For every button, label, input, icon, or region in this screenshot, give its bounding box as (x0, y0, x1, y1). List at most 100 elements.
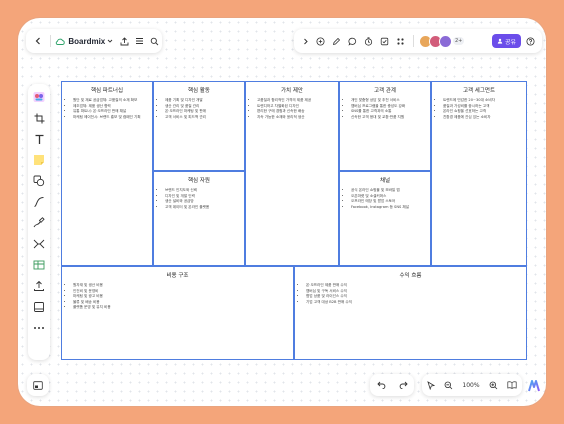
list-item: 신속한 고객 응대 및 교환·반품 지원 (351, 115, 426, 120)
list-item: 고객 데이터 및 온라인 플랫폼 (165, 205, 240, 210)
hamburger-menu-icon[interactable] (133, 37, 147, 45)
list-item: 원단 및 재료 공급업체: 고품질의 소재 확보 (73, 98, 148, 103)
cell-title: 가치 제안 (281, 88, 303, 94)
list-item: 개인 맞춤형 상담 및 추천 서비스 (351, 98, 426, 103)
add-circle-icon[interactable] (312, 37, 328, 46)
avatar[interactable] (439, 34, 452, 48)
book-guide-icon[interactable] (507, 381, 517, 389)
list-item: SNS를 통한 고객과의 소통 (351, 109, 426, 114)
cell-list: 제품 기획 및 디자인 개발 생산 관리 및 품질 관리 온·오프라인 마케팅 … (154, 98, 244, 120)
cell-title: 핵심 자원 (188, 178, 210, 184)
list-item: 협업 상품 및 라이선스 수익 (306, 294, 522, 299)
list-item: 지속 가능한 소재와 윤리적 생산 (257, 115, 334, 120)
frame-crop-icon[interactable] (32, 111, 46, 125)
connector-line-icon[interactable] (32, 195, 46, 209)
cell-customer-segments[interactable]: 고객 세그먼트 트렌드에 민감한 20~30대 소비자 품질과 가성비를 중시하… (431, 81, 527, 266)
vote-icon[interactable] (376, 37, 392, 46)
top-left-toolbar: Boardmix (26, 29, 162, 53)
mindmap-icon[interactable] (32, 237, 46, 251)
list-item: 기업 고객 대상 B2B 판매 수익 (306, 300, 522, 305)
app-frame: Boardmix 2+ 공유 핵심 파트너십 • 원단 및 재료 공급업체: 고… (18, 18, 546, 406)
pen-tool-icon[interactable] (328, 37, 344, 46)
timer-icon[interactable] (360, 36, 376, 46)
cell-value-proposition[interactable]: 가치 제안 고품질과 합리적인 가격의 제품 제공 트렌디하고 차별화된 디자인… (245, 81, 339, 266)
text-tool-icon[interactable] (32, 132, 46, 146)
cell-list: 원단 및 재료 공급업체: 고품질의 소재 확보 제조업체: 제품 생산 협력 … (62, 98, 152, 120)
list-item: 온·오프라인 제품 판매 수익 (306, 283, 522, 288)
zoom-in-icon[interactable] (489, 381, 498, 390)
search-icon[interactable] (146, 37, 162, 46)
list-item: 온라인 쇼핑을 선호하는 고객 (443, 109, 522, 114)
list-item: 고객 서비스 및 피드백 관리 (165, 115, 240, 120)
cell-title: 고객 관계 (374, 88, 396, 94)
top-right-toolbar: 2+ 공유 (294, 29, 542, 53)
cell-title: 수익 흐름 (399, 273, 422, 279)
divider (49, 35, 51, 47)
list-item: 생산 설비와 공급망 (165, 199, 240, 204)
ai-assistant-icon[interactable] (527, 378, 541, 392)
list-item: 제조업체: 제품 생산 협력 (73, 104, 148, 109)
shapes-icon[interactable] (32, 174, 46, 188)
expand-chevron-icon[interactable] (298, 38, 312, 45)
cell-list: 트렌드에 민감한 20~30대 소비자 품질과 가성비를 중시하는 고객 온라인… (432, 98, 526, 120)
list-item: 원자재 및 생산 비용 (73, 283, 289, 288)
list-item: 멤버십 및 구독 서비스 수익 (306, 289, 522, 294)
list-item: 플랫폼 운영 및 유지 비용 (73, 305, 289, 310)
export-icon[interactable] (117, 36, 133, 46)
cursor-select-icon[interactable] (426, 380, 435, 390)
zoom-out-icon[interactable] (444, 381, 453, 390)
list-item: 오픈마켓 및 소셜커머스 (351, 194, 426, 199)
user-add-icon (497, 38, 503, 44)
cell-key-resources[interactable]: 핵심 자원 브랜드 인지도와 신뢰 디자인 및 개발 인력 생산 설비와 공급망… (153, 171, 245, 266)
help-icon[interactable] (521, 37, 539, 46)
cell-key-activities[interactable]: 핵심 활동 제품 기획 및 디자인 개발 생산 관리 및 품질 관리 온·오프라… (153, 81, 245, 171)
templates-icon[interactable] (32, 90, 46, 104)
cell-list: 공식 온라인 쇼핑몰 및 모바일 앱 오픈마켓 및 소셜커머스 오프라인 매장 … (340, 188, 430, 210)
list-item: Facebook, Instagram 등 SNS 채널 (351, 205, 426, 210)
sticky-note-icon[interactable] (32, 153, 46, 167)
back-chevron-icon[interactable] (30, 37, 46, 45)
cell-customer-relationships[interactable]: 고객 관계 개인 맞춤형 상담 및 추천 서비스 멤버십 프로그램을 통한 충성… (339, 81, 431, 171)
list-item: 트렌드에 민감한 20~30대 소비자 (443, 98, 522, 103)
list-item: 물류 및 배송 비용 (73, 300, 289, 305)
cell-list: 원자재 및 생산 비용 인건비 및 운영비 마케팅 및 광고 비용 물류 및 배… (62, 283, 293, 310)
left-toolbar (28, 84, 50, 360)
table-icon[interactable] (32, 258, 46, 272)
cell-channels[interactable]: 채널 공식 온라인 쇼핑몰 및 모바일 앱 오픈마켓 및 소셜커머스 오프라인 … (339, 171, 431, 266)
cell-list: 개인 맞춤형 상담 및 추천 서비스 멤버십 프로그램을 통한 충성도 강화 S… (340, 98, 430, 120)
list-item: 인건비 및 운영비 (73, 289, 289, 294)
minimap-button[interactable] (27, 374, 49, 396)
list-item: 공식 온라인 쇼핑몰 및 모바일 앱 (351, 188, 426, 193)
chevron-down-icon[interactable] (105, 38, 115, 44)
app-name[interactable]: Boardmix (68, 37, 105, 46)
embed-frame-icon[interactable] (32, 300, 46, 314)
cell-key-partners[interactable]: 핵심 파트너십 원단 및 재료 공급업체: 고품질의 소재 확보 제조업체: 제… (61, 81, 153, 266)
redo-icon[interactable] (399, 381, 408, 389)
upload-icon[interactable] (32, 279, 46, 293)
cell-cost-structure[interactable]: 비용 구조 원자재 및 생산 비용 인건비 및 운영비 마케팅 및 광고 비용 … (61, 266, 294, 360)
list-item: 마케팅 에이전시: 브랜드 홍보 및 캠페인 기획 (73, 115, 148, 120)
undo-redo-bar (370, 374, 414, 396)
comment-icon[interactable] (344, 37, 360, 46)
zoom-level[interactable]: 100% (462, 382, 479, 389)
pen-draw-icon[interactable] (32, 216, 46, 230)
share-button[interactable]: 공유 (491, 34, 521, 48)
list-item: 편리한 구매 경험과 신속한 배송 (257, 109, 334, 114)
share-label: 공유 (504, 38, 516, 46)
cell-revenue-streams[interactable]: 수익 흐름 온·오프라인 제품 판매 수익 멤버십 및 구독 서비스 수익 협업… (294, 266, 527, 360)
collaborator-avatars[interactable]: 2+ (419, 34, 465, 48)
cell-list: 온·오프라인 제품 판매 수익 멤버십 및 구독 서비스 수익 협업 상품 및 … (295, 283, 526, 305)
cell-list: 고품질과 합리적인 가격의 제품 제공 트렌디하고 차별화된 디자인 편리한 구… (246, 98, 338, 120)
list-item: 고품질과 합리적인 가격의 제품 제공 (257, 98, 334, 103)
zoom-controls: 100% (422, 374, 522, 396)
list-item: 생산 관리 및 품질 관리 (165, 104, 240, 109)
list-item: 제품 기획 및 디자인 개발 (165, 98, 240, 103)
more-horizontal-icon[interactable] (32, 321, 46, 335)
divider (413, 35, 414, 47)
undo-icon[interactable] (376, 381, 386, 389)
list-item: 친환경 제품에 관심 있는 소비자 (443, 115, 522, 120)
more-apps-icon[interactable] (392, 37, 408, 46)
minimap-icon (33, 380, 43, 390)
cell-title: 핵심 활동 (188, 88, 210, 94)
cell-title: 비용 구조 (166, 273, 189, 279)
